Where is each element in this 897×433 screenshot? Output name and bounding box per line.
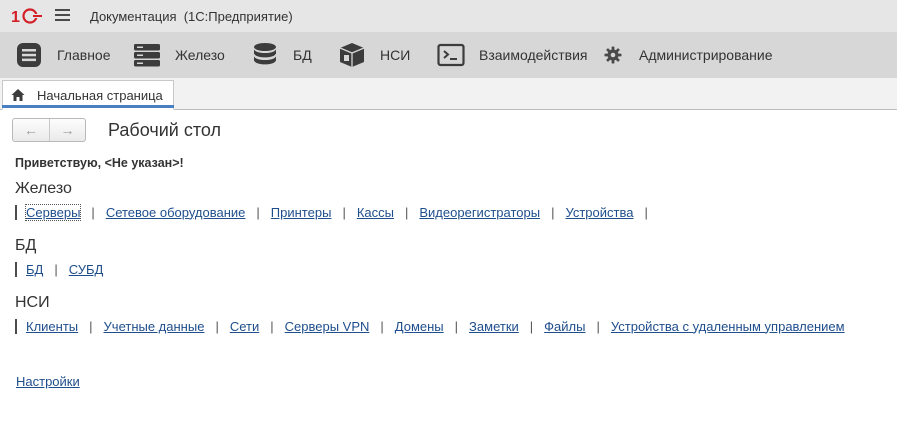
section-label-hardware: Железо — [175, 47, 225, 63]
page-title: Рабочий стол — [108, 120, 221, 140]
link-domains[interactable]: Домены — [395, 319, 444, 334]
group-marker — [15, 318, 17, 334]
link-printers[interactable]: Принтеры — [271, 205, 332, 220]
arrow-left-icon: ← — [24, 122, 38, 138]
settings-link[interactable]: Настройки — [16, 374, 80, 389]
reference-box-icon — [338, 41, 366, 69]
link-devices[interactable]: Устройства — [565, 205, 633, 220]
app-title: Документация (1С:Предприятие) — [90, 9, 293, 24]
section-reference[interactable]: НСИ — [338, 32, 410, 78]
greeting-text: Приветствую, <Не указан>! — [15, 156, 184, 170]
section-db[interactable]: БД — [251, 32, 312, 78]
section-label-administration: Администрирование — [639, 47, 773, 63]
link-dbms[interactable]: СУБД — [69, 262, 104, 277]
link-remote-devices[interactable]: Устройства с удаленным управлением — [611, 319, 845, 334]
svg-text:1: 1 — [11, 9, 20, 25]
link-clients[interactable]: Клиенты — [26, 319, 78, 334]
section-label-main: Главное — [57, 47, 111, 63]
link-networks[interactable]: Сети — [230, 319, 259, 334]
server-rack-icon — [133, 41, 161, 69]
1c-logo-icon[interactable]: 1 — [11, 7, 43, 25]
terminal-icon — [437, 41, 465, 69]
link-network-equipment[interactable]: Сетевое оборудование — [106, 205, 246, 220]
back-button[interactable]: ← — [13, 119, 49, 141]
sections-panel: Главное Железо БД НСИ Взаимодействия Адм… — [0, 32, 897, 78]
group-links-db: БД | СУБД — [15, 261, 103, 277]
link-db[interactable]: БД — [26, 262, 43, 277]
database-icon — [251, 41, 279, 69]
group-marker — [15, 204, 17, 220]
group-links-hardware: Серверы | Сетевое оборудование | Принтеры |… — [15, 203, 659, 221]
arrow-right-icon: → — [60, 122, 75, 138]
group-title-db: БД — [15, 237, 37, 254]
link-servers[interactable]: Серверы — [24, 203, 82, 221]
section-main[interactable]: Главное — [15, 32, 111, 78]
group-links-reference: Клиенты | Учетные данные | Сети | Серверы V… — [15, 318, 845, 334]
section-administration[interactable]: Администрирование — [603, 32, 773, 78]
group-title-hardware: Железо — [15, 180, 72, 197]
section-label-db: БД — [293, 47, 312, 63]
main-menu-icon — [15, 41, 43, 69]
main-menu-hamburger-icon[interactable] — [55, 9, 70, 22]
group-title-reference: НСИ — [15, 294, 50, 311]
link-cash-registers[interactable]: Кассы — [357, 205, 394, 220]
section-label-reference: НСИ — [380, 47, 411, 63]
forward-button[interactable]: → — [49, 119, 85, 141]
section-label-interactions: Взаимодействия — [479, 47, 588, 63]
title-bar: 1 Документация (1С:Предприятие) — [0, 0, 897, 32]
home-icon — [11, 89, 25, 101]
section-interactions[interactable]: Взаимодействия — [437, 32, 588, 78]
link-video-recorders[interactable]: Видеорегистраторы — [419, 205, 540, 220]
active-tab-indicator — [2, 105, 174, 108]
group-marker — [15, 261, 17, 277]
gear-icon — [603, 41, 623, 69]
link-vpn-servers[interactable]: Серверы VPN — [285, 319, 370, 334]
section-hardware[interactable]: Железо — [133, 32, 225, 78]
link-notes[interactable]: Заметки — [469, 319, 519, 334]
link-files[interactable]: Файлы — [544, 319, 585, 334]
navigation-buttons: ← → — [12, 118, 86, 142]
tab-label: Начальная страница — [37, 87, 163, 103]
link-credentials[interactable]: Учетные данные — [104, 319, 205, 334]
